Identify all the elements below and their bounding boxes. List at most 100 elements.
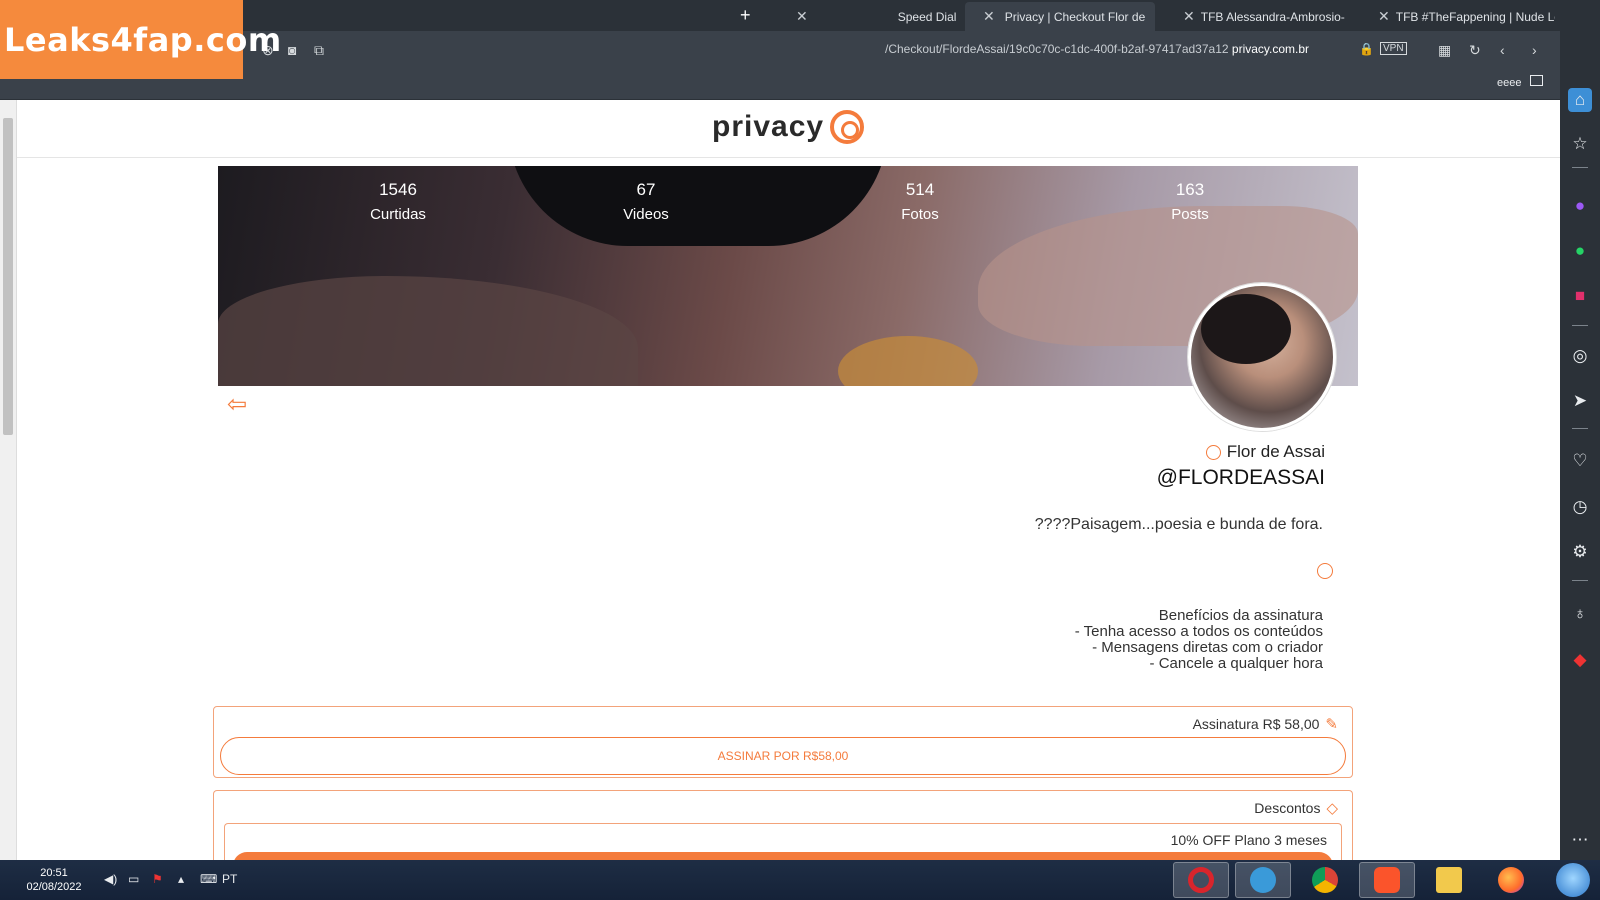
bulb-icon[interactable]: ♁ (1568, 602, 1592, 626)
globe-icon[interactable] (1317, 563, 1333, 579)
privacy-logo[interactable]: privacy (712, 110, 865, 144)
settings-icon[interactable]: ⚙ (1568, 540, 1592, 564)
sidebar-divider (1572, 325, 1588, 326)
windows-start-button[interactable] (1556, 863, 1590, 897)
profile-cover-image: 1546 Curtidas 67 Videos 514 Fotos 163 Po… (218, 166, 1358, 386)
privacy-checkout-page: privacy 1546 Curtidas 67 Videos 514 Foto… (17, 100, 1560, 860)
tab-thefappening[interactable]: ✕ TFB #TheFappening | Nude Le (1360, 2, 1555, 31)
tab-privacy-checkout[interactable]: ✕ Privacy | Checkout Flor de (965, 2, 1155, 31)
tab-label: TFB #TheFappening | Nude Le (1395, 9, 1555, 24)
firefox-icon (1498, 867, 1524, 893)
chrome-icon (1312, 867, 1338, 893)
taskbar-clock[interactable]: 20:51 02/08/2022 (22, 866, 86, 894)
privacy-logo-icon (830, 110, 865, 144)
plan-title: 10% OFF Plano 3 meses (1170, 832, 1327, 848)
share-icon[interactable]: ⇦ (227, 390, 259, 418)
close-icon[interactable]: ✕ (983, 8, 995, 25)
subscription-title: Assinatura R$ 58,00 ✎ (1193, 715, 1338, 733)
reload-icon[interactable]: ↻ (1469, 42, 1481, 59)
language-indicator[interactable]: PT (222, 872, 237, 886)
benefit-item: - Tenha acesso a todos os conteúdos (1074, 623, 1323, 640)
taskbar-firefox[interactable] (1483, 862, 1539, 898)
profile-bio: ????Paisagem...poesia e bunda de fora. (1034, 516, 1323, 533)
discount-plan: 10% OFF Plano 3 meses (224, 823, 1342, 860)
benefits-title: Benefícios da assinatura (1158, 607, 1323, 624)
stat-videos: 67 Videos (606, 180, 686, 223)
tab-alessandra[interactable]: ✕ TFB Alessandra-Ambrosio-Sex (1165, 2, 1345, 31)
brave-icon (1374, 867, 1400, 893)
back-icon[interactable]: ‹ (1500, 42, 1505, 58)
sidebar-divider (1572, 580, 1588, 581)
adblock-icon[interactable]: ◆ (1568, 648, 1592, 672)
close-icon[interactable]: ✕ (1378, 8, 1390, 25)
more-icon[interactable]: ⋯ (1568, 828, 1592, 852)
close-icon[interactable]: ✕ (796, 8, 808, 25)
history-icon[interactable]: ◷ (1568, 495, 1592, 519)
whatsapp-icon[interactable]: ● (1568, 239, 1592, 263)
flag-icon[interactable]: ⚑ (152, 872, 163, 886)
stat-fotos: 514 Fotos (880, 180, 960, 223)
cover-shape (218, 276, 638, 386)
stat-number: 1546 (379, 180, 417, 199)
profile-handle: @FLORDEASSAI (1156, 466, 1325, 489)
stat-label: Curtidas (370, 206, 426, 223)
close-icon[interactable]: ✕ (1183, 8, 1195, 25)
discounts-card: Descontos ◇ 10% OFF Plano 3 meses (213, 790, 1353, 860)
url-field[interactable]: /Checkout/FlordeAssai/19c0c70c-c1dc-400f… (885, 42, 1309, 56)
forward-icon[interactable]: › (1532, 42, 1537, 58)
snapshot-icon[interactable]: ⧉ (314, 42, 324, 59)
watermark-banner: Leaks4fap.com (0, 0, 281, 79)
instagram-icon[interactable]: ■ (1568, 284, 1592, 308)
heart-icon[interactable]: ♡ (1568, 449, 1592, 473)
taskbar-brave[interactable] (1359, 862, 1415, 898)
volume-icon[interactable]: ◀) (104, 872, 117, 886)
bookmark-item[interactable]: eeee (1497, 77, 1521, 89)
camera-icon[interactable]: ◙ (288, 42, 296, 58)
new-tab-button[interactable]: + (740, 5, 751, 26)
avatar-shape (1201, 294, 1291, 364)
tray-expand-icon[interactable]: ▴ (178, 872, 184, 886)
scrollbar-thumb[interactable] (3, 118, 13, 435)
home-icon[interactable]: ⌂ (1568, 88, 1592, 112)
folder-icon[interactable] (1530, 75, 1543, 86)
site-header: privacy (17, 100, 1560, 158)
pencil-icon: ✎ (1325, 716, 1338, 733)
tabs-grid-icon[interactable]: ▦ (1438, 42, 1451, 59)
keyboard-icon[interactable]: ⌨ (200, 872, 217, 886)
taskbar-opera[interactable] (1173, 862, 1229, 898)
star-icon[interactable]: ☆ (1568, 132, 1592, 156)
tab-label: Privacy | Checkout Flor de (1004, 9, 1146, 24)
send-icon[interactable]: ➤ (1568, 389, 1592, 413)
stat-posts: 163 Posts (1150, 180, 1230, 223)
taskbar-chrome[interactable] (1297, 862, 1353, 898)
taskbar-app-blue[interactable] (1235, 862, 1291, 898)
taskbar-explorer[interactable] (1421, 862, 1477, 898)
stat-number: 514 (905, 180, 935, 199)
player-icon[interactable]: ◎ (1568, 344, 1592, 368)
profile-name-text: Flor de Assai (1226, 442, 1325, 461)
watermark-text: Leaks4fap.com (4, 20, 282, 59)
lock-icon[interactable]: 🔒 (1359, 42, 1374, 56)
opera-icon (1188, 867, 1214, 893)
network-icon[interactable]: ▭ (128, 872, 139, 886)
discounts-title: Descontos ◇ (1254, 799, 1338, 817)
vpn-badge[interactable]: VPN (1380, 42, 1407, 55)
cover-shape (508, 166, 888, 246)
logo-text: privacy (712, 110, 825, 143)
benefit-item: - Cancele a qualquer hora (1149, 655, 1323, 672)
clock-time: 20:51 (40, 867, 68, 879)
subscription-benefits: Benefícios da assinatura - Tenha acesso … (1075, 608, 1323, 672)
stat-label: Posts (1171, 206, 1209, 223)
subscribe-button[interactable]: ASSINAR POR R$58,00 (220, 737, 1346, 775)
tab-label: TFB Alessandra-Ambrosio-Sex (1200, 9, 1345, 24)
stat-curtidas: 1546 Curtidas (358, 180, 438, 223)
stat-number: 67 (636, 180, 656, 199)
benefit-item: - Mensagens diretas com o criador (1092, 639, 1323, 656)
stat-number: 163 (1175, 180, 1205, 199)
plan-subscribe-button[interactable] (233, 852, 1333, 860)
subscription-card: Assinatura R$ 58,00 ✎ ASSINAR POR R$58,0… (213, 706, 1353, 778)
tab-speed-dial[interactable]: ✕ Speed Dial ▦ (778, 2, 958, 31)
messenger-icon[interactable]: ● (1568, 194, 1592, 218)
sidebar-divider (1572, 428, 1588, 429)
clock-date: 02/08/2022 (26, 881, 82, 893)
